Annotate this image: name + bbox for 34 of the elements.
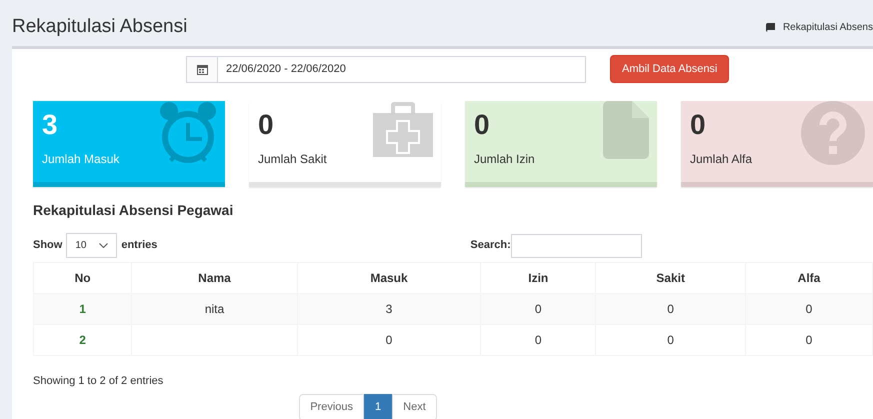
column-header[interactable]: Alfa (746, 262, 872, 294)
stat-label: Jumlah Masuk (42, 151, 120, 168)
table-cell: 0 (596, 324, 746, 356)
stat-label: Jumlah Sakit (258, 151, 327, 168)
page-title: Rekapitulasi Absensi (12, 14, 188, 39)
search-field[interactable] (510, 234, 642, 258)
column-header[interactable]: Nama (132, 262, 298, 294)
fetch-data-button[interactable]: Ambil Data Absensi (610, 55, 730, 83)
column-header[interactable]: Sakit (596, 262, 746, 294)
stat-value: 3 (42, 110, 58, 140)
search-label: Search: (470, 238, 511, 254)
stat-label: Jumlah Izin (474, 151, 535, 168)
section-title: Rekapitulasi Absensi Pegawai (33, 201, 234, 220)
stat-label: Jumlah Alfa (690, 151, 752, 168)
table-cell: 0 (480, 324, 596, 356)
column-header[interactable]: No (34, 262, 132, 294)
stat-value: 0 (690, 110, 706, 140)
page-size-select[interactable]: 10 (66, 233, 118, 258)
table-cell: 0 (746, 324, 872, 356)
table-info: Showing 1 to 2 of 2 entries (33, 374, 164, 389)
chevron-down-icon (99, 243, 108, 248)
pagination-button[interactable]: 1 (364, 394, 392, 419)
table-cell: 0 (297, 324, 481, 356)
show-label: Show (33, 238, 62, 254)
date-range-field[interactable]: 22/06/2020 - 22/06/2020 (186, 56, 586, 82)
table-cell: 2 (34, 324, 132, 356)
pagination-button[interactable]: Previous (299, 394, 364, 419)
pagination-button[interactable]: Next (392, 394, 437, 419)
breadcrumb-link[interactable]: Rekapitulasi Absens (782, 20, 873, 34)
stat-value: 0 (474, 110, 490, 140)
entries-label: entries (121, 238, 158, 254)
column-header[interactable]: Masuk (297, 262, 481, 294)
stat-value: 0 (258, 110, 274, 140)
calendar-icon (196, 64, 208, 74)
